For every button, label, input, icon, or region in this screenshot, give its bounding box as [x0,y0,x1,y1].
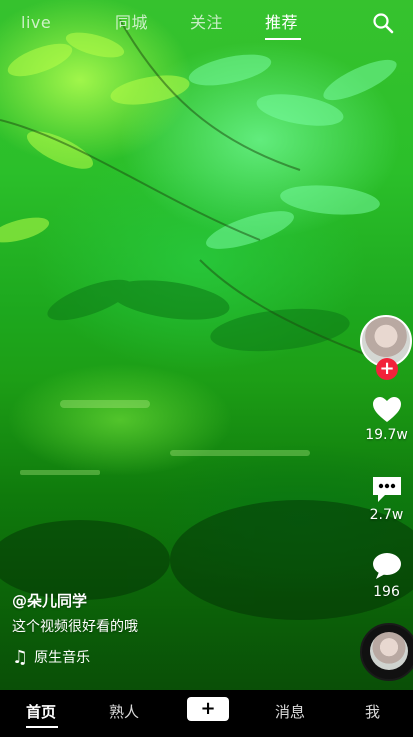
share-count: 196 [373,584,400,600]
video-foliage-overlay [0,19,413,620]
comment-icon [372,477,401,502]
video-feed-screen: live 同城 关注 推荐 + 19.7w 2.7w 196 @朵儿同学 这个视… [0,0,413,737]
search-icon[interactable] [372,12,394,34]
home-tab-indicator [26,726,58,728]
tab-following[interactable]: 关注 [190,12,223,34]
author-name[interactable]: @朵儿同学 [12,590,332,612]
music-disc-cover [370,632,408,670]
video-info: @朵儿同学 这个视频很好看的哦 ♫ 原生音乐 [12,590,332,668]
comment-count: 2.7w [369,507,404,523]
tab-home[interactable]: 首页 [26,702,56,722]
share-bubble-icon [372,553,401,579]
tab-live[interactable]: live [21,12,51,34]
follow-button[interactable]: + [376,358,398,380]
tab-recommended[interactable]: 推荐 [265,12,298,34]
top-nav: live 同城 关注 推荐 [0,0,413,48]
music-info[interactable]: ♫ 原生音乐 [12,648,332,668]
music-note-icon: ♫ [12,647,29,668]
active-tab-indicator [265,38,301,40]
share-button[interactable]: 196 [360,551,413,601]
music-title: 原生音乐 [34,650,91,666]
comment-button[interactable]: 2.7w [360,474,413,524]
tab-friends[interactable]: 熟人 [109,702,139,722]
tab-messages[interactable]: 消息 [275,702,305,722]
video-description: 这个视频很好看的哦 [12,619,138,635]
heart-icon [372,397,401,422]
create-video-button[interactable]: + [187,697,229,721]
tab-me[interactable]: 我 [365,702,380,722]
like-button[interactable]: 19.7w [360,396,413,444]
tab-same-city[interactable]: 同城 [115,12,148,34]
like-count: 19.7w [365,427,408,443]
